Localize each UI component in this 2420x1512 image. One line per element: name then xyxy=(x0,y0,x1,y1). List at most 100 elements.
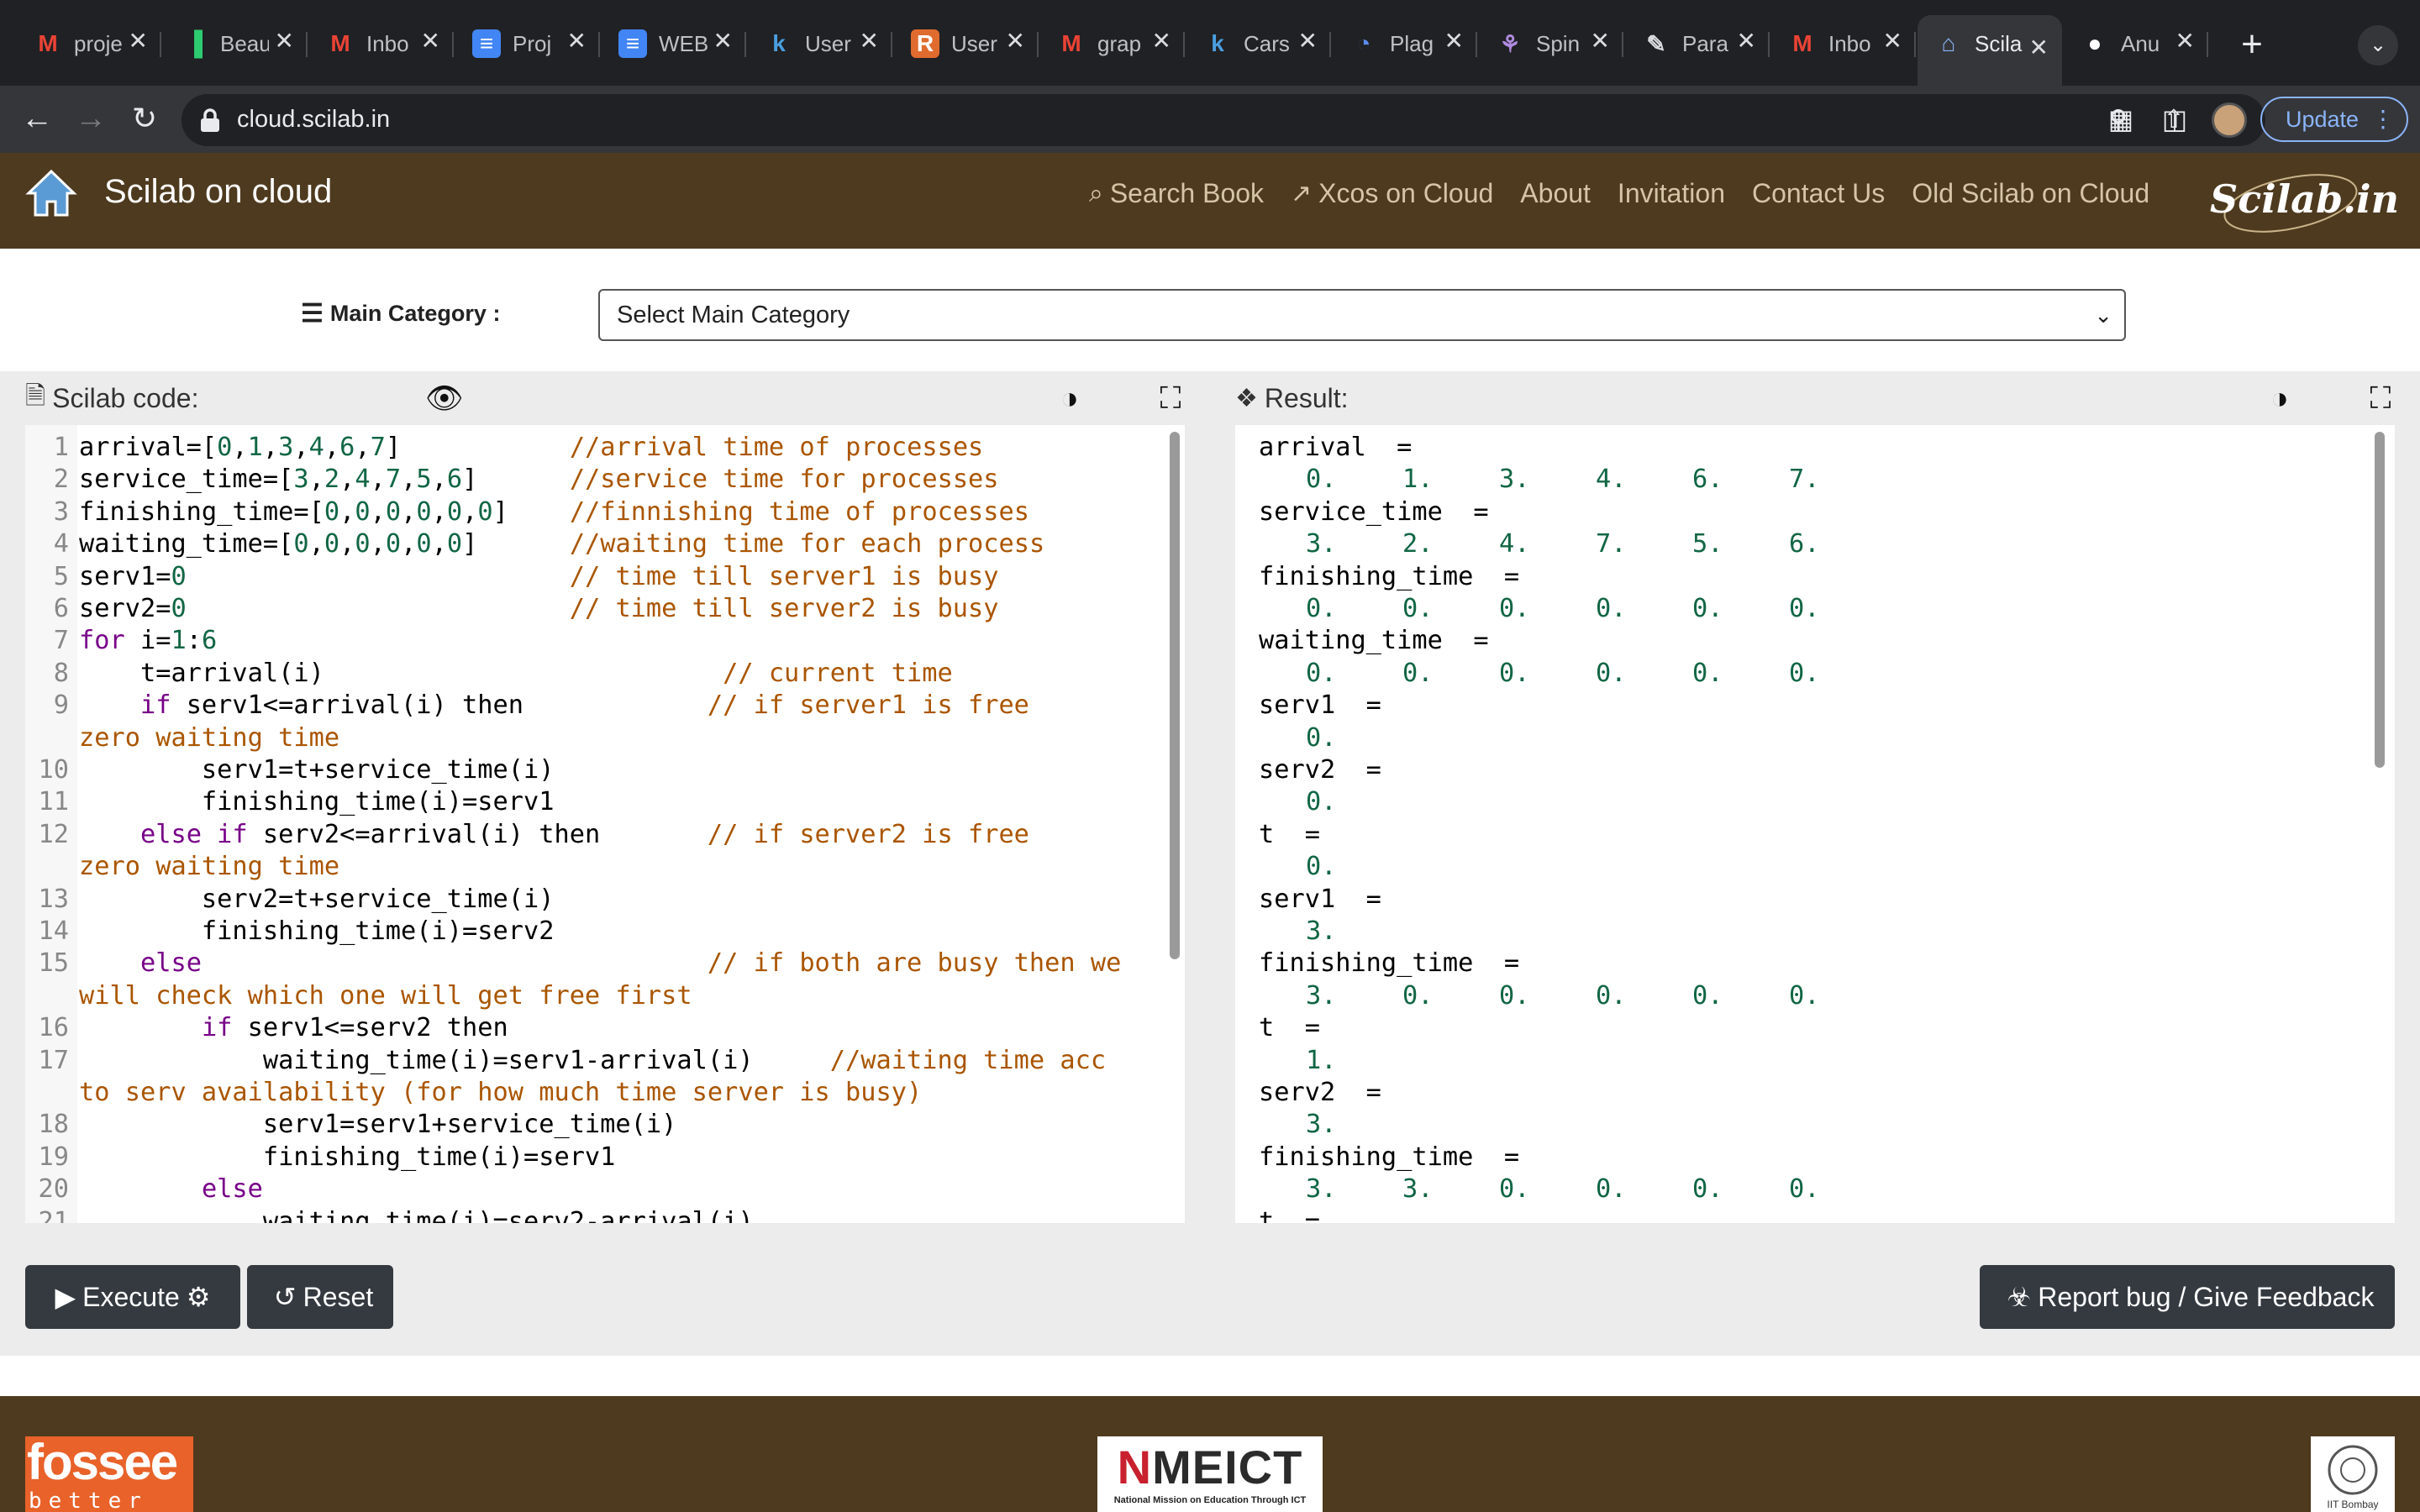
result-value: 0. xyxy=(1306,722,1337,753)
close-tab-icon[interactable]: ✕ xyxy=(1737,27,1756,55)
browser-tab[interactable]: ≡ Proj ✕ xyxy=(455,15,600,72)
browser-tab[interactable]: Mproje ✕ xyxy=(17,15,161,72)
nav-link[interactable]: Old Scilab on Cloud xyxy=(1912,178,2149,209)
nav-link[interactable]: ↗ Xcos on Cloud xyxy=(1291,178,1493,209)
code-token: serv2=t+service_time(i) xyxy=(79,884,555,914)
close-tab-icon[interactable]: ✕ xyxy=(1883,27,1902,55)
reload-button[interactable]: ↻ xyxy=(124,99,165,139)
browser-tab[interactable]: M Inbo ✕ xyxy=(1771,15,1916,72)
code-token: 0 xyxy=(416,529,432,559)
site-brand[interactable]: Scilab on cloud xyxy=(104,173,332,211)
browser-tab[interactable]: ⚘ Spin ✕ xyxy=(1479,15,1623,72)
code-token: , xyxy=(262,433,279,462)
nav-link-label: Search Book xyxy=(1109,178,1265,208)
close-tab-icon[interactable]: ✕ xyxy=(1006,27,1025,55)
tab-search-button[interactable]: ⌄ xyxy=(2358,25,2398,66)
code-token: , xyxy=(431,496,447,527)
close-tab-icon[interactable]: ✕ xyxy=(129,27,148,55)
extensions-icon[interactable]: ▦ xyxy=(2102,101,2139,138)
result-variable-name: finishing_time = xyxy=(1259,1142,1520,1172)
close-tab-icon[interactable]: ✕ xyxy=(275,27,294,55)
browser-tab[interactable]: ● Anu ✕ xyxy=(2064,15,2208,72)
result-scrollbar[interactable] xyxy=(2375,432,2385,768)
new-tab-button[interactable]: + xyxy=(2232,25,2272,66)
spin-icon: ⚘ xyxy=(1499,30,1521,57)
nav-link[interactable]: Invitation xyxy=(1618,178,1725,209)
code-line: 5 serv1=0 // time till server1 is busy xyxy=(25,561,999,593)
line-number: 13 xyxy=(38,884,69,914)
result-value: 7. xyxy=(1596,529,1627,559)
fullscreen-icon[interactable]: ⛶ xyxy=(1152,380,1189,417)
cubes-icon: ❖ xyxy=(1235,384,1258,412)
feedback-label: Report bug / Give Feedback xyxy=(2038,1281,2375,1312)
close-tab-icon[interactable]: ✕ xyxy=(567,27,587,55)
code-line: 16 if serv1<=serv2 then xyxy=(25,1012,508,1044)
execute-button[interactable]: ▶ Execute ⚙ xyxy=(25,1265,240,1329)
browser-tab[interactable]: k Cars ✕ xyxy=(1186,15,1331,72)
eye-icon[interactable]: 👁 xyxy=(425,380,464,417)
result-value: 6. xyxy=(1692,465,1723,495)
browser-tab[interactable]: k User ✕ xyxy=(748,15,892,72)
result-panel-header: ❖ Result: xyxy=(1235,371,1349,425)
code-token: , xyxy=(293,433,309,462)
result-value: 0. xyxy=(1596,980,1627,1011)
nav-link[interactable]: About xyxy=(1520,178,1591,209)
code-token: 0 xyxy=(355,529,371,559)
browser-tab[interactable]: M Inbo ✕ xyxy=(309,15,454,72)
fossee-logo[interactable]: fossee better education xyxy=(25,1436,193,1512)
result-value: 0. xyxy=(1306,465,1337,495)
code-token: // current time xyxy=(723,658,953,688)
close-tab-icon[interactable]: ✕ xyxy=(2029,34,2049,61)
result-fullscreen-icon[interactable]: ⛶ xyxy=(2362,380,2399,417)
iit-bombay-logo[interactable]: IIT Bombay xyxy=(2311,1436,2395,1512)
side-panel-icon[interactable]: ◫ xyxy=(2156,101,2193,138)
result-value: 0. xyxy=(1596,594,1627,623)
close-tab-icon[interactable]: ✕ xyxy=(421,27,440,55)
back-button[interactable]: ← xyxy=(17,99,57,139)
nav-link[interactable]: Contact Us xyxy=(1752,178,1885,209)
editor-scrollbar[interactable] xyxy=(1170,432,1180,959)
code-token: finishing_time(i)=serv2 xyxy=(79,916,555,946)
close-tab-icon[interactable]: ✕ xyxy=(1591,27,1610,55)
contrast-toggle-icon[interactable]: ◑ xyxy=(1051,380,1088,417)
reset-button[interactable]: ↺ Reset xyxy=(247,1265,393,1329)
home-icon[interactable] xyxy=(25,166,77,218)
browser-tab[interactable]: R User ✕ xyxy=(894,15,1039,72)
address-bar[interactable]: cloud.scilab.in ⚲ ⇧ ☆ xyxy=(182,94,2265,146)
result-contrast-toggle-icon[interactable]: ◑ xyxy=(2261,380,2298,417)
nav-link[interactable]: ⌕ Search Book xyxy=(1089,178,1264,209)
browser-tab[interactable]: ✎ Para ✕ xyxy=(1625,15,1770,72)
scilab-logo-text: Scilab.in xyxy=(2210,176,2400,222)
close-tab-icon[interactable]: ✕ xyxy=(860,27,879,55)
line-number: 16 xyxy=(38,1013,69,1043)
close-tab-icon[interactable]: ✕ xyxy=(2175,27,2195,55)
code-token: ] xyxy=(462,465,570,495)
close-tab-icon[interactable]: ✕ xyxy=(713,27,733,55)
close-tab-icon[interactable]: ✕ xyxy=(1298,27,1318,55)
code-token: for xyxy=(79,626,125,656)
profile-avatar[interactable] xyxy=(2212,102,2247,138)
code-line: 12 else if serv2<=arrival(i) then // if … xyxy=(25,819,1029,851)
feedback-button[interactable]: ☣ Report bug / Give Feedback xyxy=(1980,1265,2395,1329)
browser-tab[interactable]: ◔ Plag ✕ xyxy=(1333,15,1477,72)
code-token: , xyxy=(370,496,386,527)
main-category-select[interactable]: Select Main Category ⌄ xyxy=(598,289,2126,341)
code-editor[interactable]: 1 arrival=[0,1,3,4,6,7] //arrival time of… xyxy=(25,425,1185,1223)
browser-tab[interactable]: ⌂ Scila ✕ xyxy=(1918,15,2062,86)
scilab-logo[interactable]: Scilab.in xyxy=(2207,161,2399,239)
close-tab-icon[interactable]: ✕ xyxy=(1152,27,1171,55)
close-tab-icon[interactable]: ✕ xyxy=(1444,27,1464,55)
forward-button[interactable]: → xyxy=(71,99,111,139)
browser-tab-title: proje xyxy=(74,30,123,56)
browser-tab[interactable]: ▐ Beau ✕ xyxy=(163,15,308,72)
update-button[interactable]: Update ⋮ xyxy=(2260,97,2408,142)
code-token: 0 xyxy=(446,529,463,559)
result-variable-name: serv2 = xyxy=(1259,755,1381,785)
browser-tab[interactable]: Mgrap ✕ xyxy=(1040,15,1185,72)
browser-tab[interactable]: ≡ WEB ✕ xyxy=(602,15,746,72)
nmeict-logo[interactable]: NMEICT National Mission on Education Thr… xyxy=(1097,1436,1323,1512)
code-token: 7 xyxy=(385,465,402,495)
